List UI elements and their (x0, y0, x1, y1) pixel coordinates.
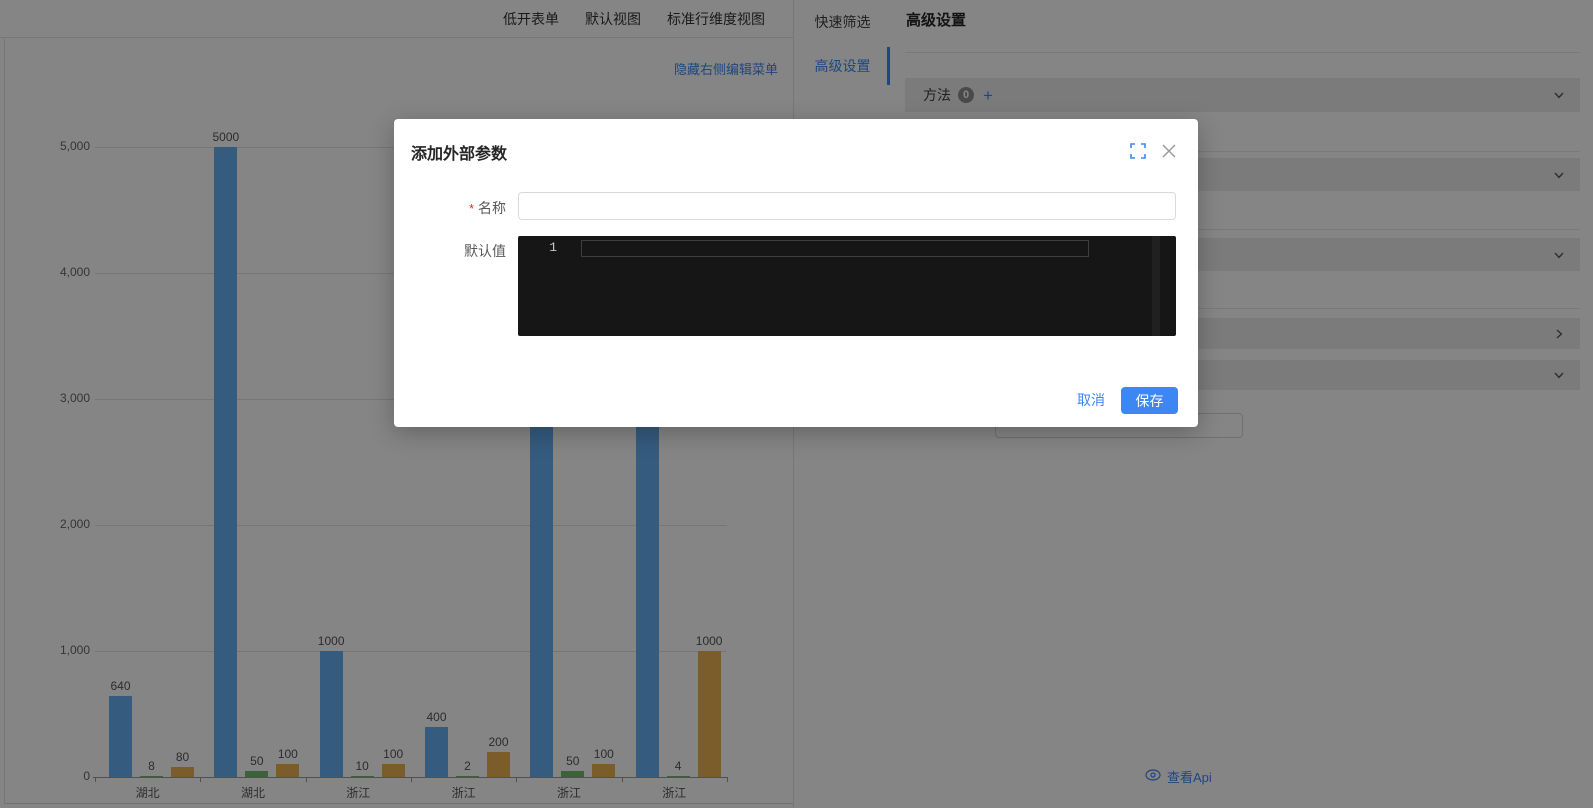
editor-line-number: 1 (518, 236, 564, 255)
name-input[interactable] (518, 192, 1176, 220)
editor-scrollbar[interactable] (1152, 236, 1160, 336)
default-value-label: 默认值 (394, 241, 506, 261)
dialog-title: 添加外部参数 (411, 140, 507, 164)
add-external-param-dialog: 添加外部参数 *名称 默认值 1 取消 保存 (394, 119, 1198, 427)
editor-gutter: 1 (518, 236, 564, 336)
cancel-button[interactable]: 取消 (1077, 387, 1105, 413)
editor-current-line (581, 240, 1089, 257)
fullscreen-icon[interactable] (1130, 143, 1146, 159)
required-mark: * (469, 201, 474, 216)
save-button[interactable]: 保存 (1121, 387, 1178, 414)
name-field-label: *名称 (394, 198, 506, 218)
default-value-editor[interactable]: 1 (518, 236, 1176, 336)
close-icon[interactable] (1161, 143, 1177, 159)
